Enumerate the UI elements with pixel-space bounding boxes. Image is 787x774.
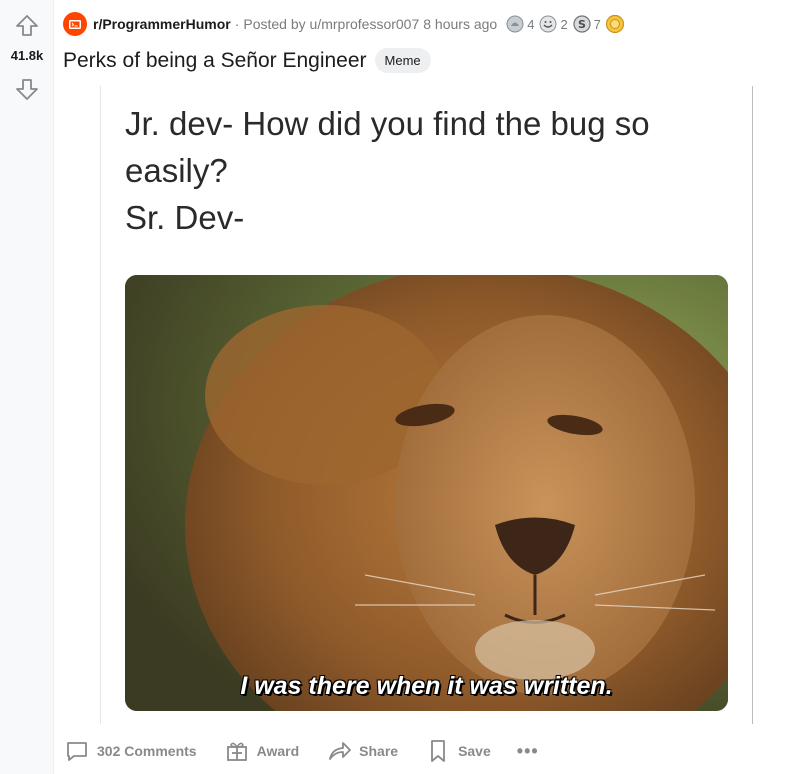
subreddit-link[interactable]: r/ProgrammerHumor — [93, 16, 231, 32]
award-count: 7 — [593, 16, 601, 32]
share-label: Share — [359, 743, 399, 759]
comment-icon — [67, 742, 87, 761]
award-count: 2 — [560, 16, 568, 32]
comments-label: 302 Comments — [97, 743, 197, 759]
award-label: Award — [256, 743, 300, 759]
title-row: Perks of being a Señor Engineer Meme — [63, 48, 431, 73]
wholesome-award-icon — [539, 15, 557, 33]
coin-award-icon: S — [573, 15, 591, 33]
action-bar: 302 Comments Award Share Save ••• — [63, 735, 539, 767]
programmer-humor-logo-icon — [69, 20, 81, 29]
award-button[interactable]: Award — [223, 737, 300, 765]
downvote-arrow-icon — [16, 79, 38, 100]
upvote-arrow-icon — [16, 15, 38, 36]
gift-icon — [226, 742, 247, 761]
share-button[interactable]: Share — [325, 737, 398, 765]
awards-list[interactable]: 4 2 S 7 — [505, 14, 631, 34]
award-gold[interactable] — [605, 14, 627, 34]
award-wholesome[interactable]: 2 — [538, 14, 568, 34]
post-title[interactable]: Perks of being a Señor Engineer — [63, 49, 367, 73]
meta-separator: · — [234, 16, 240, 32]
vote-score: 41.8k — [10, 48, 44, 63]
meme-image: I was there when it was written. — [125, 275, 728, 711]
meme-line: easily? — [125, 152, 228, 189]
gold-award-icon — [605, 14, 625, 34]
silver-award-icon — [506, 15, 524, 33]
svg-text:S: S — [578, 18, 586, 31]
subreddit-icon[interactable] — [63, 12, 87, 36]
award-coin[interactable]: S 7 — [572, 14, 601, 34]
upvote-button[interactable] — [14, 13, 40, 39]
bookmark-icon — [431, 740, 445, 762]
downvote-button[interactable] — [14, 76, 40, 102]
meme-caption: Jr. dev- How did you find the bug so eas… — [125, 100, 725, 241]
meme-line: Sr. Dev- — [125, 199, 245, 236]
save-button[interactable]: Save — [424, 737, 491, 765]
award-silver[interactable]: 4 — [505, 14, 534, 34]
vote-column: 41.8k — [0, 0, 54, 774]
post-flair[interactable]: Meme — [374, 48, 431, 73]
share-arrow-icon — [329, 742, 352, 760]
post-time: 8 hours ago — [423, 16, 498, 32]
author-link[interactable]: u/mrprofessor007 — [310, 16, 420, 32]
lion-photo — [125, 275, 728, 711]
comments-button[interactable]: 302 Comments — [63, 737, 197, 765]
meme-line: Jr. dev- How did you find the bug so — [125, 105, 650, 142]
meme-subtitle: I was there when it was written. — [240, 672, 613, 700]
posted-by-label: Posted by — [243, 16, 306, 32]
award-count: 4 — [527, 16, 535, 32]
save-label: Save — [458, 743, 491, 759]
post-meta: r/ProgrammerHumor · Posted by u/mrprofes… — [63, 11, 631, 37]
post-media[interactable]: Jr. dev- How did you find the bug so eas… — [100, 86, 753, 724]
more-options-button[interactable]: ••• — [517, 741, 539, 762]
